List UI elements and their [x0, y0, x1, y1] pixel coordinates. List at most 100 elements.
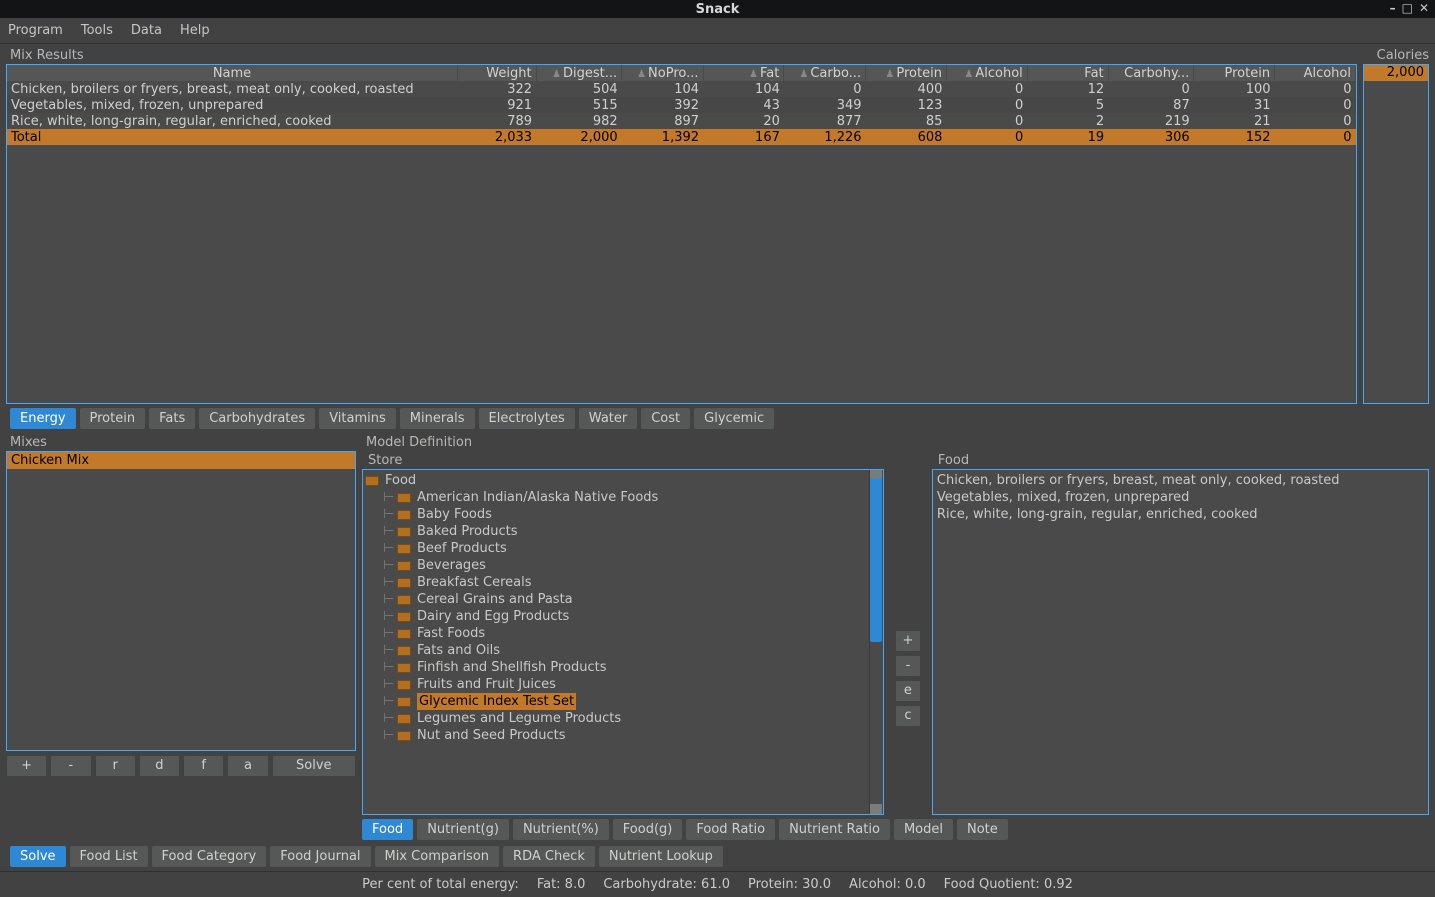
- main-tab-food-list[interactable]: Food List: [70, 846, 148, 867]
- tab-carbohydrates[interactable]: Carbohydrates: [199, 408, 315, 429]
- close-icon[interactable]: ✕: [1419, 1, 1429, 15]
- col-fat-p[interactable]: Fat: [1027, 65, 1108, 81]
- food-list-item[interactable]: Vegetables, mixed, frozen, unprepared: [937, 489, 1424, 506]
- mixes-btn-plus[interactable]: +: [6, 755, 47, 777]
- tree-node[interactable]: ⊢Finfish and Shellfish Products: [365, 659, 881, 676]
- tree-node[interactable]: ⊢Nut and Seed Products: [365, 727, 881, 744]
- tree-scrollbar[interactable]: [869, 470, 883, 814]
- col-carbo-e[interactable]: ♟Carbo...: [784, 65, 866, 81]
- tab-electrolytes[interactable]: Electrolytes: [479, 408, 575, 429]
- main-tab-mix-comparison[interactable]: Mix Comparison: [375, 846, 500, 867]
- tree-branch-icon: ⊢: [383, 489, 393, 506]
- col-name[interactable]: Name: [7, 65, 458, 81]
- tree-node[interactable]: ⊢American Indian/Alaska Native Foods: [365, 489, 881, 506]
- table-row[interactable]: Rice, white, long-grain, regular, enrich…: [7, 113, 1356, 129]
- addrem-btn-minus[interactable]: -: [895, 655, 921, 677]
- scroll-thumb[interactable]: [870, 478, 882, 642]
- food-list[interactable]: Chicken, broilers or fryers, breast, mea…: [932, 469, 1429, 815]
- tree-node[interactable]: ⊢Breakfast Cereals: [365, 574, 881, 591]
- tab-glycemic[interactable]: Glycemic: [694, 408, 774, 429]
- scroll-down-icon[interactable]: [870, 804, 882, 814]
- addrem-btn-plus[interactable]: +: [895, 630, 921, 652]
- tab-protein[interactable]: Protein: [80, 408, 146, 429]
- calories-value[interactable]: 2,000: [1364, 65, 1428, 81]
- tree-node[interactable]: ⊢Fast Foods: [365, 625, 881, 642]
- mixes-btn-a[interactable]: a: [227, 755, 268, 777]
- tree-node[interactable]: ⊢Fats and Oils: [365, 642, 881, 659]
- col-alc-e[interactable]: ♟Alcohol: [946, 65, 1027, 81]
- model-tab-nutrientg[interactable]: Nutrient(g): [417, 819, 509, 840]
- model-tab-note[interactable]: Note: [957, 819, 1008, 840]
- col-alc-p[interactable]: Alcohol: [1275, 65, 1356, 81]
- menu-data[interactable]: Data: [131, 23, 162, 38]
- col-digest[interactable]: ♟Digest...: [536, 65, 622, 81]
- tree-node[interactable]: ⊢Cereal Grains and Pasta: [365, 591, 881, 608]
- table-row-total: Total2,0332,0001,3921671,226608019306152…: [7, 129, 1356, 145]
- tab-energy[interactable]: Energy: [10, 408, 76, 429]
- tree-branch-icon: ⊢: [383, 591, 393, 608]
- tab-minerals[interactable]: Minerals: [400, 408, 475, 429]
- main-tab-nutrient-lookup[interactable]: Nutrient Lookup: [599, 846, 723, 867]
- status-prot: Protein: 30.0: [748, 877, 831, 892]
- model-tab-model[interactable]: Model: [894, 819, 953, 840]
- person-icon: ♟: [964, 69, 973, 80]
- col-nopro[interactable]: ♟NoPro...: [622, 65, 703, 81]
- status-bar: Per cent of total energy: Fat: 8.0 Carbo…: [0, 871, 1435, 897]
- col-carbohy-p[interactable]: Carbohy...: [1108, 65, 1194, 81]
- model-tabs: FoodNutrient(g)Nutrient(%)Food(g)Food Ra…: [362, 819, 1429, 840]
- mixes-btn-f[interactable]: f: [183, 755, 224, 777]
- tree-node[interactable]: ⊢Fruits and Fruit Juices: [365, 676, 881, 693]
- mixes-list[interactable]: Chicken Mix: [6, 451, 356, 751]
- mixes-btn-r[interactable]: r: [95, 755, 136, 777]
- tree-branch-icon: ⊢: [383, 557, 393, 574]
- tree-node[interactable]: ⊢Beef Products: [365, 540, 881, 557]
- model-tab-nutrient[interactable]: Nutrient(%): [513, 819, 609, 840]
- tree-node[interactable]: ⊢Legumes and Legume Products: [365, 710, 881, 727]
- col-weight[interactable]: Weight: [458, 65, 537, 81]
- food-list-item[interactable]: Chicken, broilers or fryers, breast, mea…: [937, 472, 1424, 489]
- model-tab-foodratio[interactable]: Food Ratio: [686, 819, 775, 840]
- col-prot-p[interactable]: Protein: [1194, 65, 1275, 81]
- food-list-item[interactable]: Rice, white, long-grain, regular, enrich…: [937, 506, 1424, 523]
- addrem-btn-e[interactable]: e: [895, 680, 921, 702]
- minimize-icon[interactable]: –: [1390, 1, 1396, 15]
- mixes-btn-minus[interactable]: -: [50, 755, 91, 777]
- tree-branch-icon: ⊢: [383, 693, 393, 710]
- mixes-btn-d[interactable]: d: [139, 755, 180, 777]
- table-row[interactable]: Chicken, broilers or fryers, breast, mea…: [7, 81, 1356, 97]
- col-prot-e[interactable]: ♟Protein: [866, 65, 947, 81]
- menu-program[interactable]: Program: [8, 23, 63, 38]
- main-tab-solve[interactable]: Solve: [10, 846, 66, 867]
- mixes-btn-solve[interactable]: Solve: [272, 755, 356, 777]
- main-tab-food-journal[interactable]: Food Journal: [270, 846, 370, 867]
- model-tab-foodg[interactable]: Food(g): [613, 819, 683, 840]
- menu-tools[interactable]: Tools: [81, 23, 113, 38]
- maximize-icon[interactable]: □: [1402, 1, 1413, 15]
- tree-node[interactable]: ⊢Baked Products: [365, 523, 881, 540]
- table-row[interactable]: Vegetables, mixed, frozen, unprepared921…: [7, 97, 1356, 113]
- tab-fats[interactable]: Fats: [149, 408, 195, 429]
- model-tab-food[interactable]: Food: [362, 819, 413, 840]
- tree-node[interactable]: ⊢Beverages: [365, 557, 881, 574]
- col-fat-e[interactable]: ♟Fat: [703, 65, 784, 81]
- tree-root[interactable]: Food: [385, 472, 416, 489]
- folder-icon: [397, 493, 411, 503]
- person-icon: ♟: [552, 69, 561, 80]
- tree-node[interactable]: ⊢Dairy and Egg Products: [365, 608, 881, 625]
- mix-results-label: Mix Results: [10, 48, 1357, 63]
- status-lead: Per cent of total energy:: [362, 877, 519, 892]
- tree-node[interactable]: ⊢Baby Foods: [365, 506, 881, 523]
- addrem-btn-c[interactable]: c: [895, 705, 921, 727]
- main-tab-rda-check[interactable]: RDA Check: [503, 846, 595, 867]
- tab-vitamins[interactable]: Vitamins: [319, 408, 396, 429]
- tree-branch-icon: ⊢: [383, 574, 393, 591]
- tab-cost[interactable]: Cost: [641, 408, 690, 429]
- store-tree[interactable]: Food⊢American Indian/Alaska Native Foods…: [362, 469, 884, 815]
- tab-water[interactable]: Water: [579, 408, 637, 429]
- mix-item-chicken[interactable]: Chicken Mix: [7, 452, 355, 469]
- menu-help[interactable]: Help: [180, 23, 210, 38]
- main-tab-food-category[interactable]: Food Category: [152, 846, 267, 867]
- cell-value: 789: [458, 113, 537, 129]
- tree-node[interactable]: ⊢Glycemic Index Test Set: [365, 693, 881, 710]
- model-tab-nutrientratio[interactable]: Nutrient Ratio: [779, 819, 890, 840]
